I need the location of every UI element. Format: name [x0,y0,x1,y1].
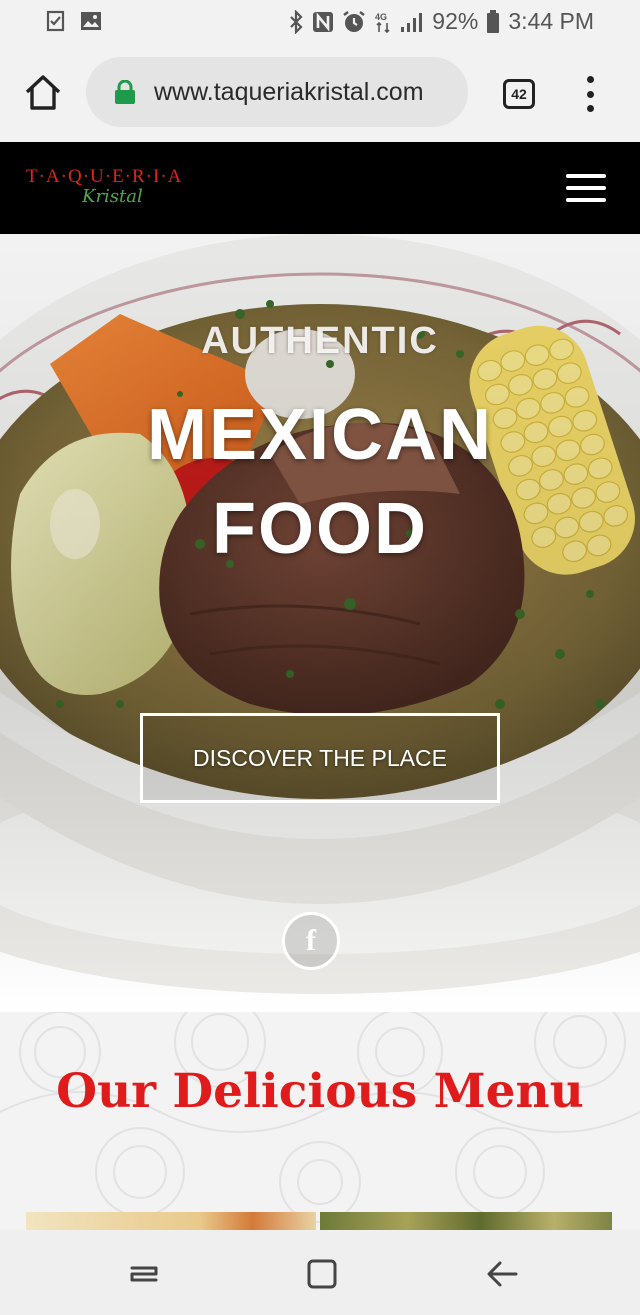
system-navigation-bar [0,1230,640,1315]
signal-icon [400,11,424,33]
menu-section: Our Delicious Menu [0,1012,640,1230]
site-header: T·A·Q·U·E·R·I·A Kristal [0,142,640,234]
decorative-pattern-background [0,1012,640,1223]
site-logo[interactable]: T·A·Q·U·E·R·I·A Kristal [26,166,182,207]
alarm-icon [342,10,366,34]
hero-title-line1: MEXICAN [146,395,493,475]
nfc-icon [312,11,334,33]
4g-data-icon: 4G [374,10,392,34]
menu-item-thumbnail[interactable] [320,1212,612,1230]
bluetooth-icon [288,9,304,34]
back-icon[interactable] [482,1254,522,1294]
browser-menu-icon[interactable] [582,76,598,112]
discover-the-place-button[interactable]: DISCOVER THE PLACE [140,713,500,803]
status-bar: 4G 92% 3:44 PM [0,0,640,44]
menu-section-title: Our Delicious Menu [56,1064,584,1119]
hero-title-line2: FOOD [212,489,428,569]
recent-apps-icon[interactable] [124,1254,164,1294]
hero-kicker: AUTHENTIC [201,320,439,362]
svg-text:4G: 4G [375,12,387,22]
tab-switcher-button[interactable]: 42 [503,79,535,109]
url-text: www.taqueriakristal.com [154,77,424,106]
browser-toolbar: www.taqueriakristal.com 42 [0,44,640,142]
image-notification-icon [80,10,102,32]
address-bar[interactable]: www.taqueriakristal.com [86,57,468,127]
clock: 3:44 PM [508,8,594,34]
hero-banner: AUTHENTIC MEXICAN FOOD DISCOVER THE PLAC… [0,234,640,1012]
facebook-icon[interactable]: f [282,912,340,970]
checklist-notification-icon [46,10,66,32]
battery-percent: 92% [432,8,479,34]
menu-item-thumbnail[interactable] [26,1212,316,1230]
logo-wordmark-bottom: Kristal [82,186,143,207]
battery-icon [486,9,500,34]
home-nav-icon[interactable] [302,1254,342,1294]
lock-icon [114,79,136,104]
home-icon[interactable] [24,74,62,112]
logo-wordmark-top: T·A·Q·U·E·R·I·A [26,166,183,187]
hamburger-menu-icon[interactable] [566,174,606,202]
